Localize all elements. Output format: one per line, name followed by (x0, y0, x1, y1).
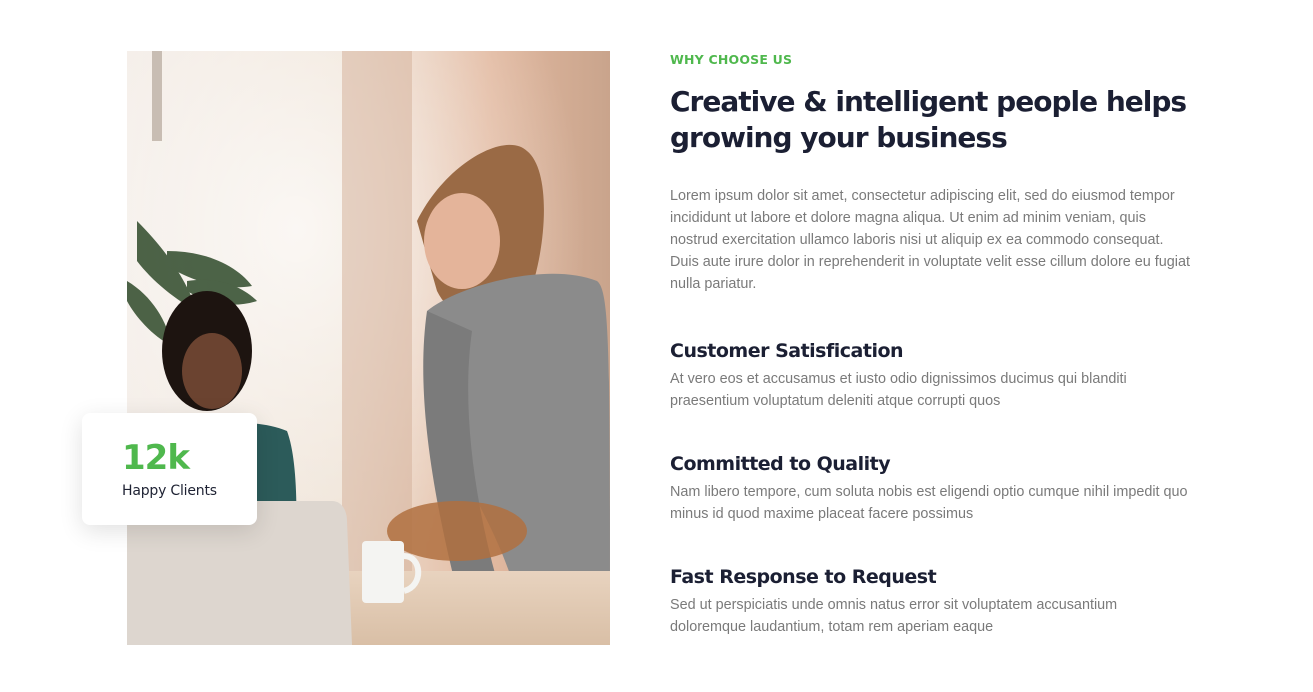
feature-fast-response: Fast Response to Request Sed ut perspici… (670, 564, 1195, 638)
feature-title: Committed to Quality (670, 453, 891, 475)
section-intro: Lorem ipsum dolor sit amet, consectetur … (670, 188, 1190, 292)
feature-customer-satisfaction: Customer Satisfication At vero eos et ac… (670, 338, 1195, 412)
feature-text: Nam libero tempore, cum soluta nobis est… (670, 484, 1188, 522)
feature-text: Sed ut perspiciatis unde omnis natus err… (670, 597, 1118, 635)
feature-text: At vero eos et accusamus et iusto odio d… (670, 371, 1127, 409)
section-eyebrow: WHY CHOOSE US (670, 52, 793, 67)
team-photo-illustration (127, 51, 610, 645)
happy-clients-card: 12k Happy Clients (82, 413, 257, 525)
section-headline: Creative & intelligent people helps grow… (670, 85, 1187, 154)
happy-clients-label: Happy Clients (122, 483, 217, 499)
feature-title: Fast Response to Request (670, 566, 937, 588)
team-photo (127, 51, 610, 645)
happy-clients-count: 12k (122, 438, 190, 478)
feature-title: Customer Satisfication (670, 340, 904, 362)
feature-committed-to-quality: Committed to Quality Nam libero tempore,… (670, 451, 1195, 525)
